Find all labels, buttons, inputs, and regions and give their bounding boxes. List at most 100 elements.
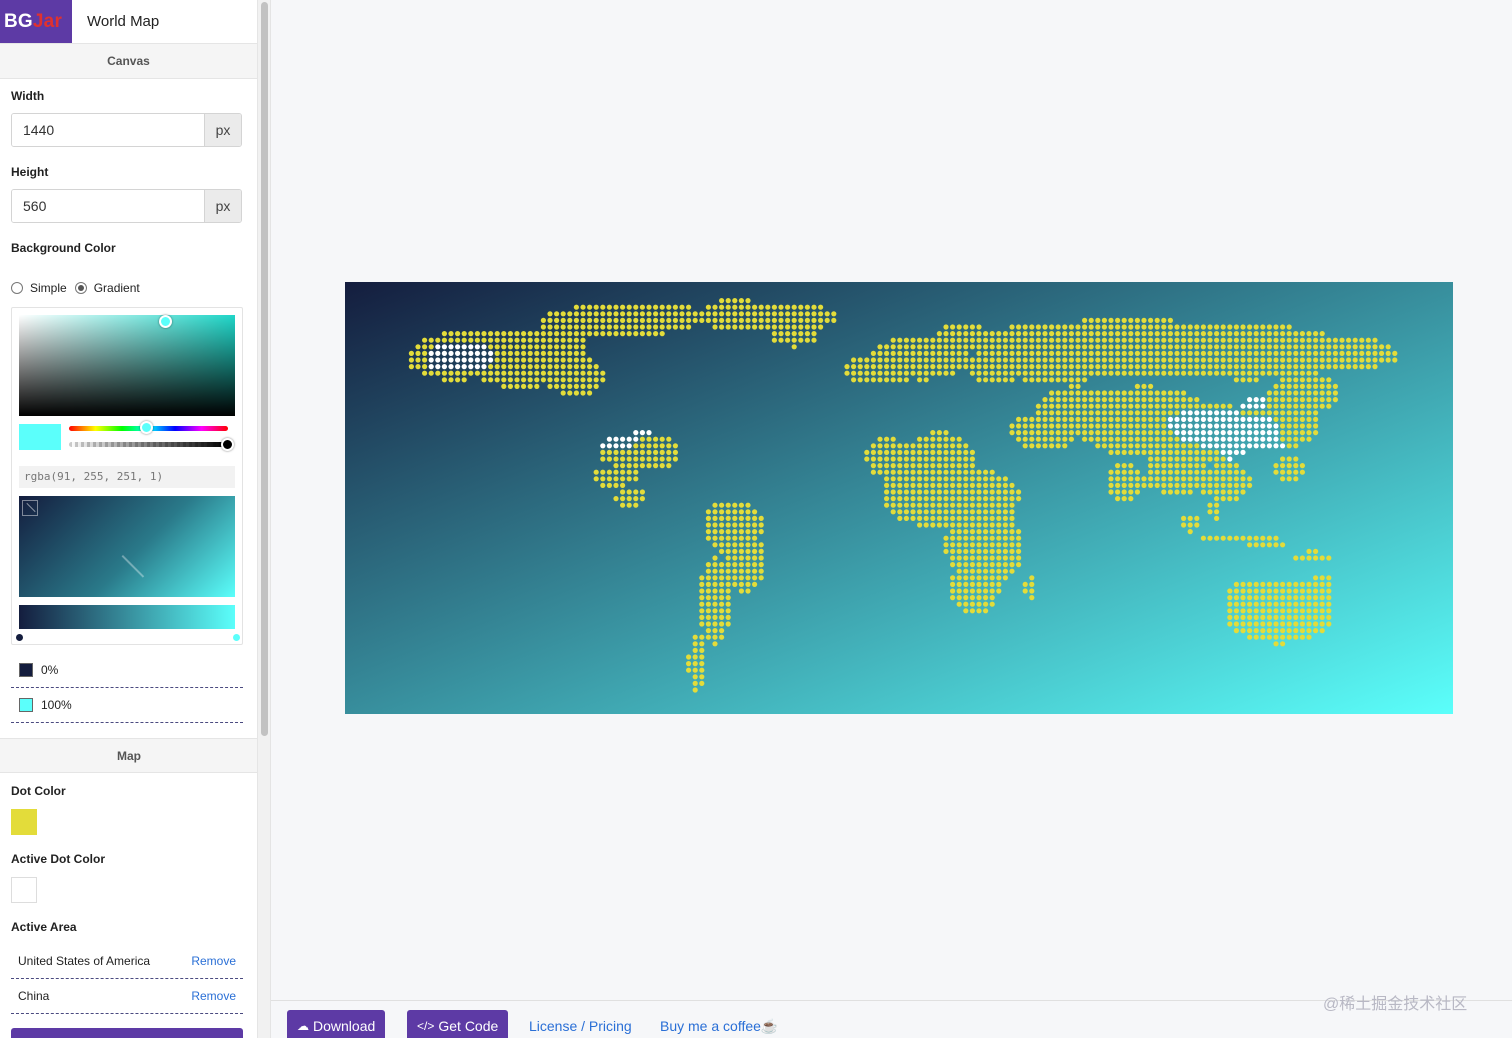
map-dot [1141,370,1147,376]
angle-toggle-icon[interactable] [22,500,38,516]
active-map-dot [441,350,447,356]
map-dot [1227,357,1233,363]
map-dot [606,317,612,323]
map-dot [890,364,896,370]
saturation-handle[interactable] [159,315,172,328]
width-input[interactable] [12,114,204,146]
map-dot [910,463,916,469]
hue-handle[interactable] [140,421,153,434]
map-dot [1326,390,1332,396]
map-dot [1280,423,1286,429]
gradient-stop-handle-start[interactable] [16,634,23,641]
gradient-stop-row[interactable]: 100% [11,688,243,723]
get-code-button-label: Get Code [438,1018,499,1034]
map-dot [719,601,725,607]
height-input[interactable] [12,190,204,222]
map-dot [1233,489,1239,495]
map-dot [455,377,461,383]
sidebar-scrollbar[interactable] [258,0,271,1038]
radio-simple[interactable] [11,282,23,294]
map-dot [1134,410,1140,416]
map-dot [1260,364,1266,370]
map-dot [441,377,447,383]
active-dot-color-swatch[interactable] [11,877,37,903]
map-dot [996,562,1002,568]
map-dot [481,377,487,383]
gradient-stop-handle-end[interactable] [233,634,240,641]
map-dot [877,344,883,350]
map-dot [983,370,989,376]
active-map-dot [1240,416,1246,422]
map-dot [1075,403,1081,409]
map-dot [752,522,758,528]
active-map-dot [1233,436,1239,442]
alpha-handle[interactable] [221,438,234,451]
license-pricing-link[interactable]: License / Pricing [529,1018,632,1034]
map-dot [1253,364,1259,370]
gradient-angle-preview[interactable] [19,496,235,597]
map-dot [1214,403,1220,409]
map-dot [1121,317,1127,323]
active-map-dot [448,344,454,350]
get-code-button[interactable]: </> Get Code [407,1010,509,1038]
active-map-dot [474,364,480,370]
map-dot [732,515,738,521]
map-dot [1062,357,1068,363]
remove-area-link[interactable]: Remove [191,989,236,1003]
dot-color-swatch[interactable] [11,809,37,835]
map-dot [1299,581,1305,587]
remove-area-link[interactable]: Remove [191,954,236,968]
map-dot [897,377,903,383]
radio-gradient[interactable] [74,282,87,294]
map-dot [1101,436,1107,442]
stop-color-swatch[interactable] [19,663,33,677]
gradient-stop-strip[interactable] [19,605,235,629]
map-dot [1181,482,1187,488]
map-dot [1062,430,1068,436]
map-dot [976,515,982,521]
map-dot [917,476,923,482]
download-button[interactable]: ☁ Download [287,1010,386,1038]
active-map-dot [1227,410,1233,416]
sidebar-scrollbar-thumb[interactable] [261,2,268,736]
bgjar-logo[interactable]: BG Jar [0,0,72,43]
watermark: @稀土掘金技术社区 [1323,996,1468,1013]
map-dot [705,575,711,581]
map-dot [1313,601,1319,607]
gradient-stop-row[interactable]: 0% [11,653,243,688]
map-dot [593,469,599,475]
map-dot [844,364,850,370]
map-dot [719,515,725,521]
rgba-readout[interactable]: rgba(91, 255, 251, 1) [19,466,235,488]
map-dot [976,562,982,568]
map-dot [554,364,560,370]
map-dot [903,350,910,356]
map-dot [719,595,725,601]
map-dot [507,364,513,370]
stop-color-swatch[interactable] [19,698,33,712]
map-dot [1082,317,1088,323]
map-dot [1022,364,1028,370]
alpha-slider[interactable] [69,442,228,447]
map-dot [917,502,923,508]
map-dot [659,456,665,462]
map-dot [956,324,962,330]
map-dot [521,364,527,370]
map-dot [811,324,817,330]
map-dot [1128,337,1134,343]
map-dot [719,614,725,620]
map-dot [1068,350,1074,356]
map-dot [1128,489,1134,495]
add-area-button[interactable] [11,1028,243,1038]
map-dot [1187,515,1193,521]
map-dot [705,535,711,541]
map-dot [1253,608,1259,614]
map-dot [1299,621,1305,627]
saturation-area[interactable] [19,315,235,416]
map-dot [1313,430,1319,436]
map-dot [1299,370,1305,376]
map-dot [1313,364,1319,370]
map-dot [606,476,612,482]
buy-coffee-link[interactable]: Buy me a coffee☕ [660,1018,778,1035]
map-dot [956,522,962,528]
